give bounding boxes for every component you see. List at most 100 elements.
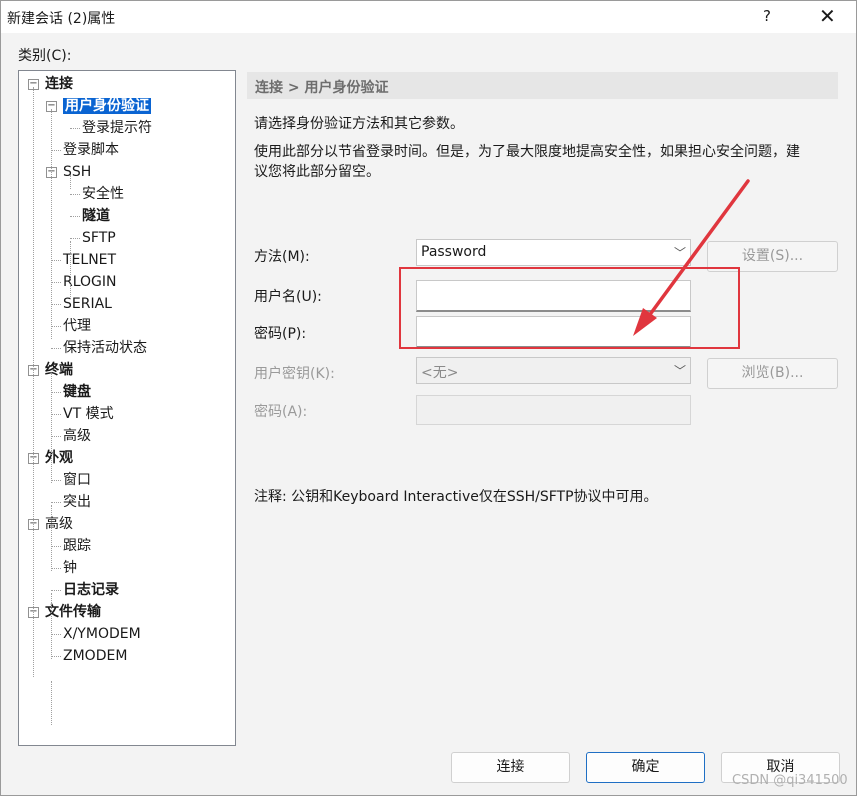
method-value: Password — [421, 244, 487, 260]
category-label: 类别(C): — [18, 48, 72, 64]
tree-item-label: 外观 — [45, 450, 73, 466]
tree-item[interactable]: SFTP — [82, 228, 116, 248]
tree-item-label: 连接 — [45, 76, 73, 92]
tree-item-label: 高级 — [45, 516, 73, 532]
tree-connector — [70, 175, 71, 189]
tree-connector — [51, 590, 61, 591]
tree-connector — [51, 348, 61, 349]
username-label: 用户名(U): — [254, 289, 322, 305]
tree-item[interactable]: 连接 — [45, 74, 73, 94]
tree-item[interactable]: ZMODEM — [63, 646, 127, 666]
description-line-1: 请选择身份验证方法和其它参数。 — [254, 116, 464, 132]
tree-connector — [51, 414, 61, 415]
tree-item[interactable]: 键盘 — [63, 382, 91, 402]
tree-item[interactable]: 安全性 — [82, 184, 124, 204]
tree-item-label: 终端 — [45, 362, 73, 378]
tree-item[interactable]: RLOGIN — [63, 272, 117, 292]
tree-connector — [51, 546, 61, 547]
tree-item-label: 隧道 — [82, 208, 110, 224]
tree-item-label: 保持活动状态 — [63, 340, 147, 356]
tree-connector — [70, 216, 80, 217]
tree-item-label: 安全性 — [82, 186, 124, 202]
tree-item[interactable]: 隧道 — [82, 206, 110, 226]
ok-button[interactable]: 确定 — [586, 752, 705, 783]
tree-connector — [70, 241, 71, 297]
tree-connector — [51, 282, 61, 283]
tree-item[interactable]: SERIAL — [63, 294, 112, 314]
tree-item[interactable]: 保持活动状态 — [63, 338, 147, 358]
tree-connector — [70, 128, 80, 129]
tree-connector — [51, 436, 61, 437]
tree-item-label: ZMODEM — [63, 648, 128, 664]
connect-button[interactable]: 连接 — [451, 752, 570, 783]
tree-item-label: 用户身份验证 — [63, 98, 151, 114]
tree-connector — [51, 260, 61, 261]
tree-item[interactable]: SSH — [63, 162, 91, 182]
tree-item-label: VT 模式 — [63, 406, 114, 422]
tree-connector — [51, 304, 61, 305]
tree-item-label: 登录脚本 — [63, 142, 119, 158]
description-line-3: 议您将此部分留空。 — [254, 164, 380, 180]
tree-connector — [51, 634, 61, 635]
tree-item[interactable]: 终端 — [45, 360, 73, 380]
tree-item[interactable]: VT 模式 — [63, 404, 114, 424]
tree-connector — [51, 373, 52, 483]
tree-connector — [51, 326, 61, 327]
tree-item-label: RLOGIN — [63, 274, 117, 290]
tree-item[interactable]: 登录提示符 — [82, 118, 152, 138]
tree-connector — [51, 150, 61, 151]
tree-connector — [51, 480, 61, 481]
window-title: 新建会话 (2)属性 — [7, 11, 116, 27]
tree-connector — [51, 502, 61, 503]
chevron-down-icon: ﹀ — [673, 364, 686, 378]
tree-item[interactable]: 突出 — [63, 492, 91, 512]
tree-item-label: SERIAL — [63, 296, 112, 312]
tree-item-label: 键盘 — [63, 384, 91, 400]
tree-item-label: 代理 — [63, 318, 91, 334]
method-label: 方法(M): — [254, 249, 310, 265]
tree-connector — [33, 87, 34, 677]
tree-item[interactable]: 日志记录 — [63, 580, 119, 600]
tree-connector — [51, 109, 52, 339]
tree-connector — [51, 656, 61, 657]
tree-item-label: X/YMODEM — [63, 626, 141, 642]
tree-item[interactable]: 代理 — [63, 316, 91, 336]
userkey-label: 用户密钥(K): — [254, 366, 335, 382]
tree-item-label: SFTP — [82, 230, 116, 246]
tree-item[interactable]: 文件传输 — [45, 602, 101, 622]
title-bar: 新建会话 (2)属性 ? ✕ — [1, 1, 856, 33]
tree-item-label: 突出 — [63, 494, 91, 510]
tree-connector — [51, 392, 61, 393]
tree-item-label: 跟踪 — [63, 538, 91, 554]
tree-connector — [51, 681, 52, 725]
browse-button[interactable]: 浏览(B)... — [707, 358, 838, 389]
properties-dialog: 新建会话 (2)属性 ? ✕ 类别(C): − 连接 − 用户身份验证 登录提示符 登录脚… — [0, 0, 857, 796]
tree-item[interactable]: 高级 — [45, 514, 73, 534]
userkey-value: <无> — [421, 365, 459, 381]
category-tree[interactable]: − 连接 − 用户身份验证 登录提示符 登录脚本 − SSH 安全性 隧道 SFTP TELNET RL… — [18, 70, 236, 746]
note-text: 注释: 公钥和Keyboard Interactive仅在SSH/SFTP协议中… — [254, 489, 658, 505]
password-label: 密码(P): — [254, 326, 307, 342]
tree-item[interactable]: 跟踪 — [63, 536, 91, 556]
tree-item-label: 登录提示符 — [82, 120, 152, 136]
tree-item[interactable]: X/YMODEM — [63, 624, 141, 644]
tree-item[interactable]: 高级 — [63, 426, 91, 446]
userkey-select[interactable]: <无> ﹀ — [416, 357, 691, 384]
breadcrumb: 连接 > 用户身份验证 — [255, 80, 389, 96]
tree-item[interactable]: 外观 — [45, 448, 73, 468]
passphrase-input[interactable] — [416, 395, 691, 425]
tree-item-label: 窗口 — [63, 472, 91, 488]
close-icon[interactable]: ✕ — [819, 4, 836, 28]
tree-item-label: 高级 — [63, 428, 91, 444]
tree-item-label: 钟 — [63, 560, 77, 576]
passphrase-label: 密码(A): — [254, 404, 308, 420]
tree-connector — [51, 568, 61, 569]
tree-item[interactable]: 钟 — [63, 558, 77, 578]
description-line-2: 使用此部分以节省登录时间。但是，为了最大限度地提高安全性，如果担心安全问题，建 — [254, 144, 800, 160]
tree-item[interactable]: 窗口 — [63, 470, 91, 490]
help-button[interactable]: ? — [763, 7, 771, 25]
watermark: CSDN @qi341500 — [732, 773, 848, 788]
tree-item[interactable]: 登录脚本 — [63, 140, 119, 160]
tree-item-label: 文件传输 — [45, 604, 101, 620]
tree-item[interactable]: 用户身份验证 — [63, 96, 151, 116]
